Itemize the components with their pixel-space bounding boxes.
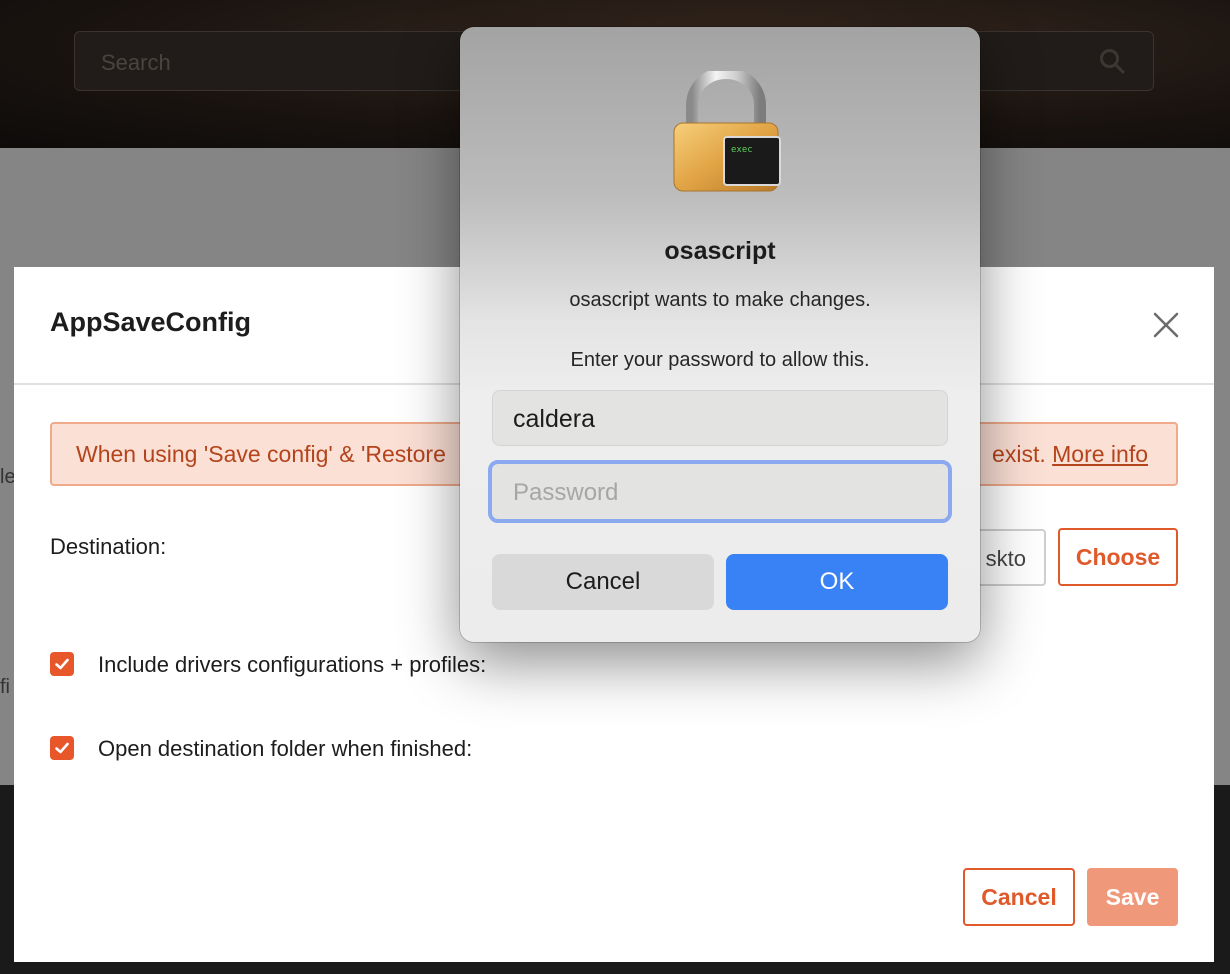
- destination-label: Destination:: [50, 534, 167, 559]
- more-info-link[interactable]: More info: [1052, 441, 1148, 467]
- auth-prompt: Enter your password to allow this.: [570, 349, 870, 371]
- exec-badge-text: exec: [731, 145, 753, 155]
- auth-message: osascript wants to make changes.: [569, 289, 871, 311]
- alert-text-end: exist. More info: [992, 441, 1148, 468]
- check-icon: [55, 658, 69, 670]
- alert-text-tail: exist.: [992, 441, 1046, 467]
- lock-icon: exec: [673, 71, 781, 192]
- auth-title: osascript: [664, 237, 776, 265]
- background-text-fragment: fi: [0, 676, 10, 698]
- search-icon[interactable]: [1099, 48, 1125, 74]
- check-icon: [55, 742, 69, 754]
- option-label: Open destination folder when finished:: [98, 736, 473, 761]
- save-button[interactable]: Save: [1087, 868, 1178, 926]
- option-label: Include drivers configurations + profile…: [98, 652, 487, 677]
- cancel-button[interactable]: Cancel: [963, 868, 1075, 926]
- password-field[interactable]: Password: [488, 460, 952, 523]
- checkbox-checked[interactable]: [50, 652, 74, 676]
- checkbox-checked[interactable]: [50, 736, 74, 760]
- choose-button[interactable]: Choose: [1058, 528, 1178, 586]
- auth-ok-button[interactable]: OK: [726, 554, 948, 610]
- background-search-placeholder: Search: [101, 50, 171, 75]
- username-field[interactable]: caldera: [492, 390, 948, 446]
- close-icon[interactable]: [1150, 309, 1182, 341]
- alert-text: When using 'Save config' & 'Restore: [76, 441, 446, 467]
- modal-title: AppSaveConfig: [50, 307, 252, 337]
- auth-cancel-button[interactable]: Cancel: [492, 554, 714, 610]
- osascript-auth-dialog: exec osascript osascript wants to make c…: [460, 27, 980, 642]
- destination-path-value: skto: [985, 546, 1026, 571]
